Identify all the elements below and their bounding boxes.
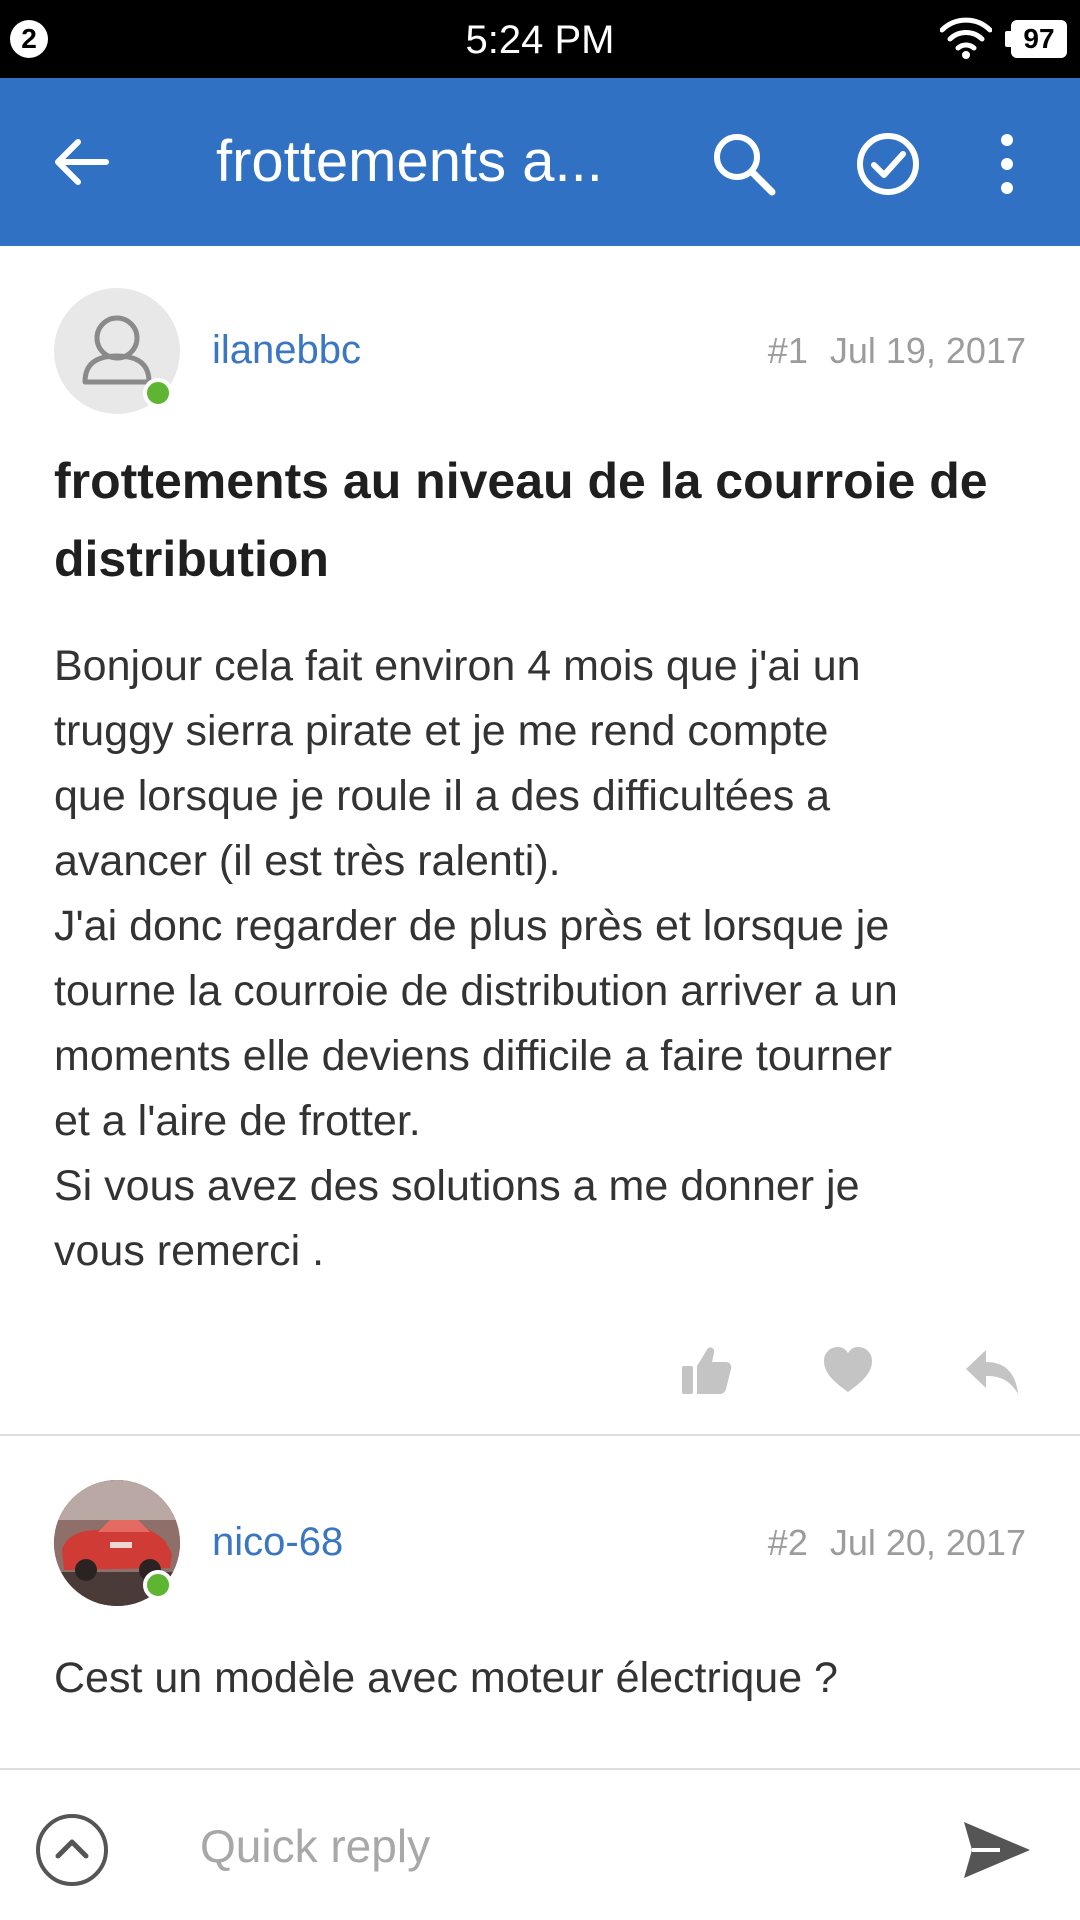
quick-reply-input[interactable]: [200, 1806, 920, 1886]
search-icon[interactable]: [708, 128, 780, 200]
username[interactable]: ilanebbc: [212, 328, 361, 373]
post-1: ilanebbc #1 Jul 19, 2017 frottements au n…: [0, 246, 1080, 1434]
online-indicator: [143, 1570, 173, 1600]
check-circle-icon[interactable]: [852, 128, 924, 200]
thread-title: frottements a...: [216, 129, 603, 194]
post-2: nico-68 #2 Jul 20, 2017 Cest un modèle av…: [0, 1436, 1080, 1766]
back-arrow-icon[interactable]: [50, 130, 114, 194]
body-line: Bonjour cela fait environ 4 mois que j'a…: [54, 642, 861, 690]
wifi-icon: [940, 17, 992, 59]
expand-up-icon[interactable]: [36, 1814, 108, 1886]
post-number[interactable]: #2: [768, 1522, 808, 1563]
post-meta: #2 Jul 20, 2017: [768, 1522, 1026, 1564]
thread-screen: 2 5:24 PM 97 frottements a... ilanebbc #…: [0, 0, 1080, 1920]
body-line: avancer (il est très ralenti).: [54, 837, 561, 885]
post-title: frottements au niveau de la courroie de …: [54, 453, 988, 587]
status-bar: 2 5:24 PM 97: [0, 0, 1080, 78]
body-line: moments elle deviens difficile a faire t…: [54, 1032, 893, 1080]
online-indicator: [143, 378, 173, 408]
body-line: J'ai donc regarder de plus près et lorsq…: [54, 902, 890, 950]
post-date: Jul 19, 2017: [829, 330, 1026, 371]
username[interactable]: nico-68: [212, 1520, 343, 1565]
body-line: Si vous avez des solutions a me donner j…: [54, 1162, 860, 1210]
body-line: vous remerci .: [54, 1227, 325, 1275]
heart-icon[interactable]: [820, 1342, 876, 1398]
reply-icon[interactable]: [964, 1342, 1020, 1398]
post-body: Bonjour cela fait environ 4 mois que j'a…: [54, 634, 1034, 1284]
post-date: Jul 20, 2017: [829, 1522, 1026, 1563]
body-line: truggy sierra pirate et je me rend compt…: [54, 707, 829, 755]
battery-icon: 97: [1005, 20, 1067, 58]
more-vert-icon[interactable]: [985, 128, 1029, 200]
thumbs-up-icon[interactable]: [678, 1342, 734, 1398]
post-body: Cest un modèle avec moteur électrique ?: [54, 1654, 838, 1702]
battery-level: 97: [1011, 20, 1067, 58]
post-number[interactable]: #1: [768, 330, 808, 371]
body-line: et a l'aire de frotter.: [54, 1097, 421, 1145]
quick-reply-bar: [0, 1768, 1080, 1920]
send-icon[interactable]: [960, 1818, 1034, 1882]
app-bar: frottements a...: [0, 78, 1080, 246]
body-line: tourne la courroie de distribution arriv…: [54, 967, 898, 1015]
status-time: 5:24 PM: [465, 18, 615, 62]
body-line: que lorsque je roule il a des difficulté…: [54, 772, 831, 820]
post-meta: #1 Jul 19, 2017: [768, 330, 1026, 372]
